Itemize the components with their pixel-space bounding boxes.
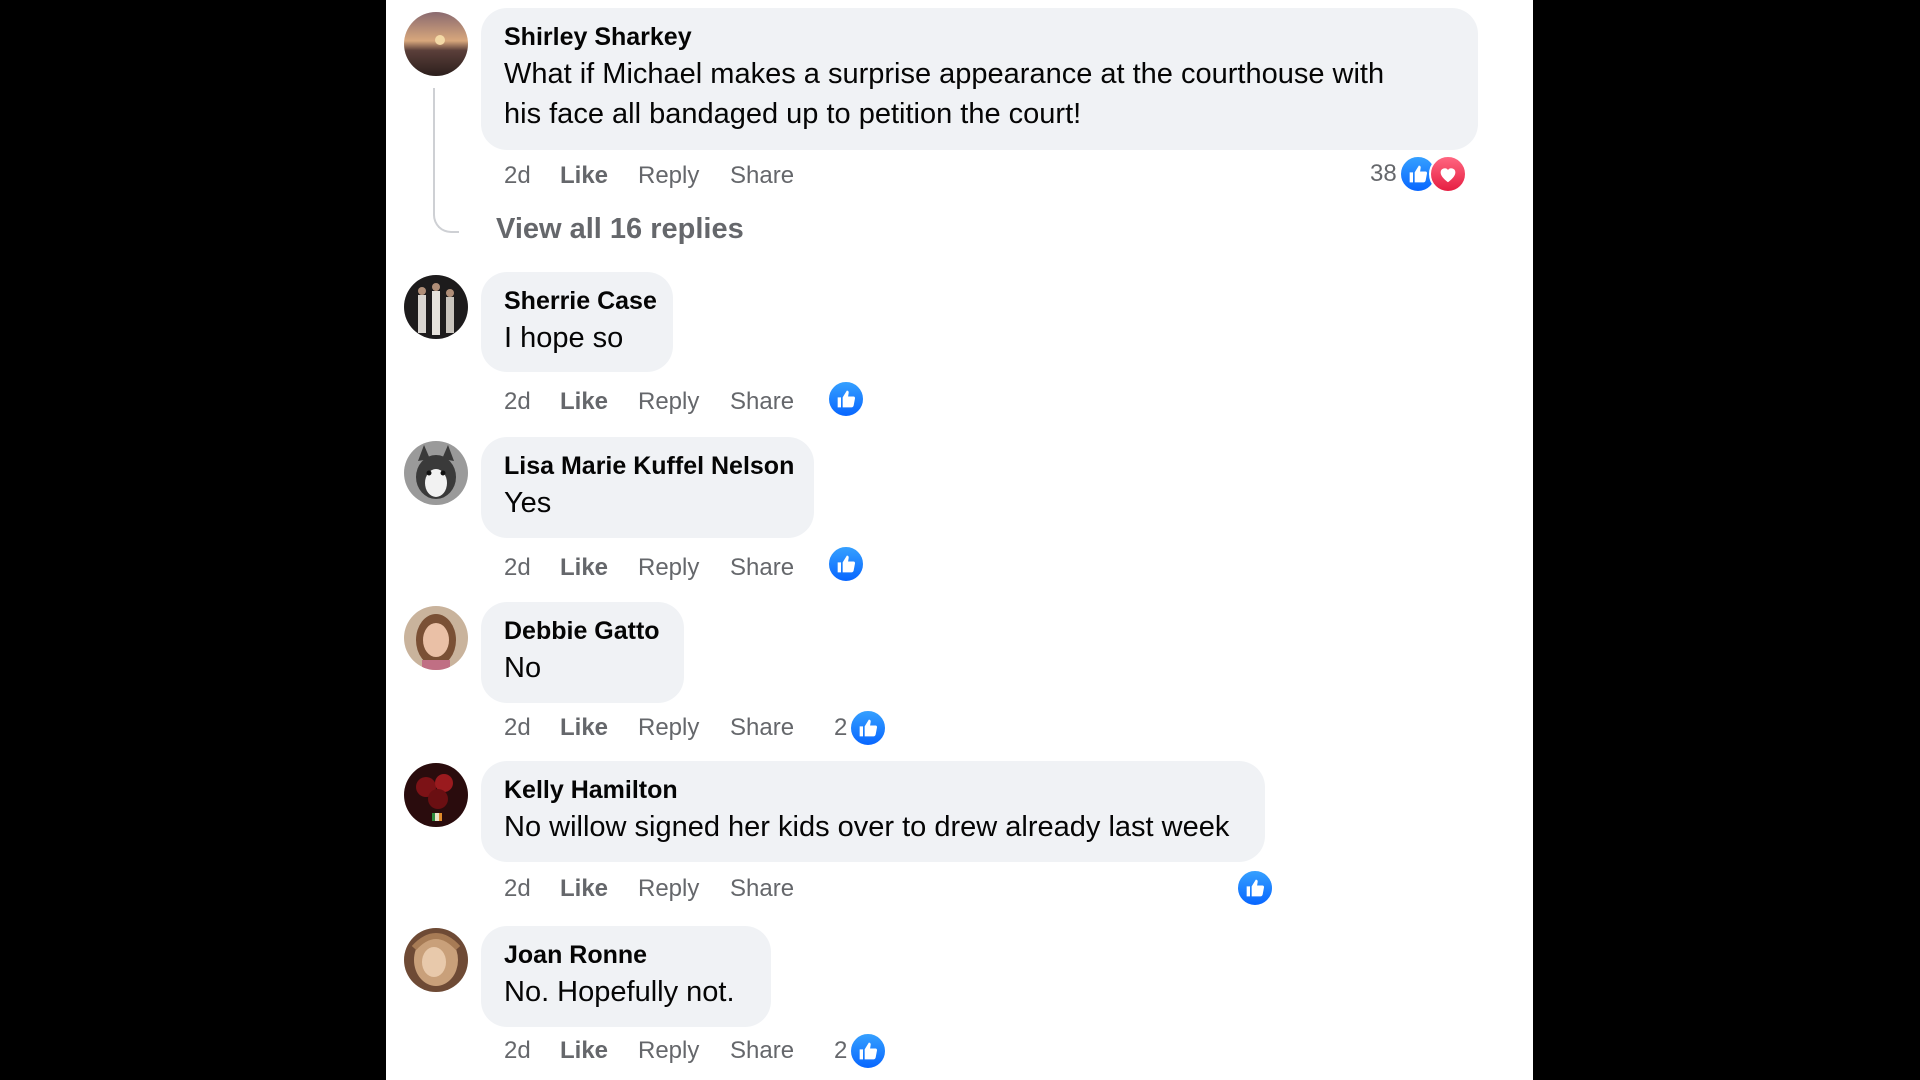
like-button[interactable]: Like: [560, 387, 608, 417]
comment-bubble: Shirley Sharkey What if Michael makes a …: [481, 8, 1478, 150]
reaction-summary[interactable]: [1236, 869, 1274, 907]
like-icon: [1236, 869, 1274, 907]
reaction-summary[interactable]: 2: [834, 1032, 888, 1070]
comment-author[interactable]: Lisa Marie Kuffel Nelson: [504, 449, 794, 483]
comment-author[interactable]: Shirley Sharkey: [504, 20, 1456, 54]
reaction-count: 2: [834, 1037, 848, 1064]
reaction-count: 2: [834, 714, 848, 741]
comment-text: No. Hopefully not.: [504, 976, 735, 1008]
like-button[interactable]: Like: [560, 1036, 608, 1066]
reaction-summary[interactable]: 38: [1370, 155, 1467, 193]
like-button[interactable]: Like: [560, 713, 608, 743]
reply-button[interactable]: Reply: [638, 161, 699, 191]
comment-text: What if Michael makes a surprise appeara…: [504, 58, 1385, 90]
share-button[interactable]: Share: [730, 713, 794, 743]
reply-button[interactable]: Reply: [638, 553, 699, 583]
comment-text: No: [504, 652, 542, 684]
comment-author[interactable]: Debbie Gatto: [504, 614, 662, 648]
share-button[interactable]: Share: [730, 1036, 794, 1066]
comments-panel: Shirley Sharkey What if Michael makes a …: [386, 0, 1533, 1080]
comment-bubble: Debbie Gatto No: [481, 602, 684, 703]
reaction-summary[interactable]: 2: [834, 709, 888, 747]
reply-button[interactable]: Reply: [638, 387, 699, 417]
share-button[interactable]: Share: [730, 387, 794, 417]
comment-time[interactable]: 2d: [504, 713, 531, 743]
comment-bubble: Lisa Marie Kuffel Nelson Yes: [481, 437, 814, 538]
comment-time[interactable]: 2d: [504, 1036, 531, 1066]
share-button[interactable]: Share: [730, 161, 794, 191]
reaction-summary[interactable]: [827, 545, 865, 583]
like-icon: [827, 545, 865, 583]
comment-time[interactable]: 2d: [504, 553, 531, 583]
avatar[interactable]: [404, 441, 468, 505]
comment-author[interactable]: Sherrie Case: [504, 284, 657, 318]
comment-time[interactable]: 2d: [504, 874, 531, 904]
like-icon: [849, 1032, 888, 1070]
like-button[interactable]: Like: [560, 553, 608, 583]
comment-text: Yes: [504, 487, 552, 519]
avatar[interactable]: [404, 928, 468, 992]
thread-connector: [433, 88, 459, 233]
reaction-count: 38: [1370, 160, 1397, 187]
avatar[interactable]: [404, 606, 468, 670]
comment-text: his face all bandaged up to petition the…: [504, 98, 1082, 130]
share-button[interactable]: Share: [730, 874, 794, 904]
comment-author[interactable]: Kelly Hamilton: [504, 773, 1243, 807]
love-icon: [1428, 155, 1467, 193]
comment-time[interactable]: 2d: [504, 161, 531, 191]
comment-text: No willow signed her kids over to drew a…: [504, 811, 1230, 843]
comment-author[interactable]: Joan Ronne: [504, 938, 749, 972]
reaction-summary[interactable]: [827, 380, 865, 418]
reply-button[interactable]: Reply: [638, 874, 699, 904]
comment-text: I hope so: [504, 322, 624, 354]
avatar[interactable]: [404, 763, 468, 827]
like-button[interactable]: Like: [560, 161, 608, 191]
share-button[interactable]: Share: [730, 553, 794, 583]
avatar[interactable]: [404, 275, 468, 339]
comment-time[interactable]: 2d: [504, 387, 531, 417]
view-replies-link[interactable]: View all 16 replies: [496, 213, 744, 246]
comment-bubble: Joan Ronne No. Hopefully not.: [481, 926, 771, 1027]
like-icon: [827, 380, 865, 418]
reply-button[interactable]: Reply: [638, 713, 699, 743]
comment-bubble: Kelly Hamilton No willow signed her kids…: [481, 761, 1265, 862]
comment-bubble: Sherrie Case I hope so: [481, 272, 673, 372]
like-icon: [849, 709, 888, 747]
like-button[interactable]: Like: [560, 874, 608, 904]
reply-button[interactable]: Reply: [638, 1036, 699, 1066]
avatar[interactable]: [404, 12, 468, 76]
